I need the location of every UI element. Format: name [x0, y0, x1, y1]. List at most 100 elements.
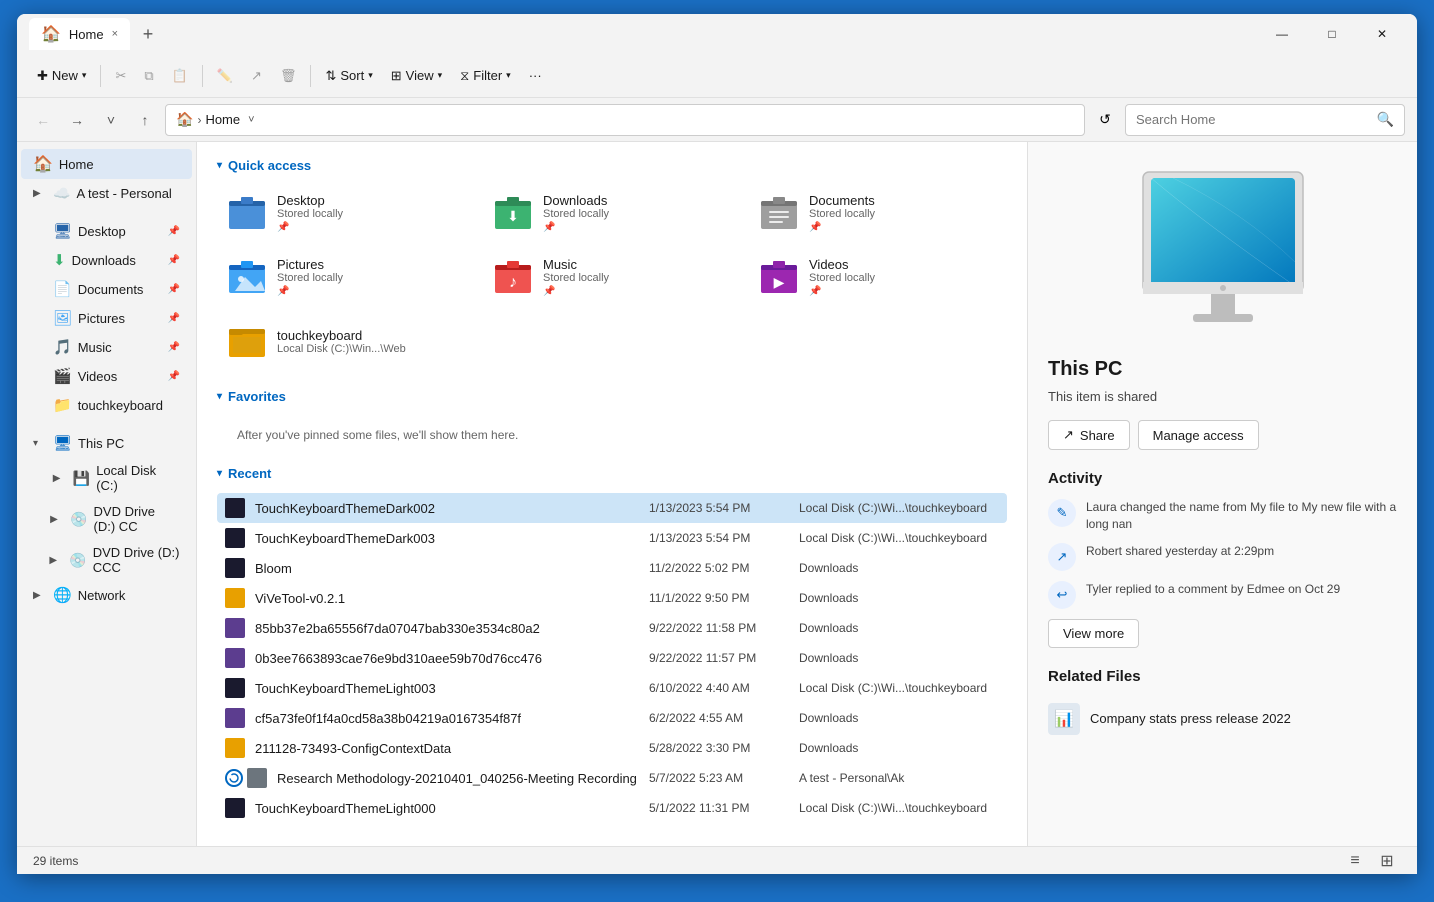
- recent-row[interactable]: Bloom 11/2/2022 5:02 PM Downloads: [217, 553, 1007, 583]
- forward-btn[interactable]: →: [63, 106, 91, 134]
- related-title: Related Files: [1048, 668, 1397, 685]
- new-label: New: [52, 68, 78, 83]
- sidebar-item-dvd-cc[interactable]: ▶ 💿 DVD Drive (D:) CC: [21, 499, 192, 539]
- recent-row[interactable]: 211128-73493-ConfigContextData 5/28/2022…: [217, 733, 1007, 763]
- delete-btn[interactable]: 🗑: [272, 63, 305, 89]
- address-path: Home: [205, 112, 240, 127]
- refresh-btn[interactable]: ↺: [1091, 106, 1119, 134]
- recent-list: TouchKeyboardThemeDark002 1/13/2023 5:54…: [217, 493, 1007, 823]
- search-icon[interactable]: 🔍: [1377, 111, 1394, 128]
- quick-item-desktop[interactable]: Desktop Stored locally 📌: [217, 185, 475, 241]
- address-dropdown-btn[interactable]: ˅: [248, 114, 254, 126]
- cut-btn[interactable]: ✂: [107, 63, 134, 89]
- sidebar-item-pictures[interactable]: 🖼 Pictures 📌: [21, 304, 192, 332]
- list-view-btn[interactable]: ≡: [1341, 847, 1369, 875]
- sidebar-item-music[interactable]: 🎵 Music 📌: [21, 333, 192, 361]
- sidebar-item-desktop[interactable]: 🖥 Desktop 📌: [21, 217, 192, 245]
- recent-file-icon-2: [225, 558, 245, 578]
- recent-date-6: 6/10/2022 4:40 AM: [649, 681, 789, 695]
- rename-btn[interactable]: ✏️: [209, 63, 241, 89]
- documents-pin: 📌: [809, 222, 875, 233]
- maximize-btn[interactable]: □: [1309, 18, 1355, 50]
- quick-item-pictures[interactable]: Pictures Stored locally 📌: [217, 249, 475, 305]
- manage-access-btn[interactable]: Manage access: [1138, 420, 1259, 450]
- recent-row[interactable]: TouchKeyboardThemeDark002 1/13/2023 5:54…: [217, 493, 1007, 523]
- share-btn[interactable]: ↗: [243, 63, 270, 89]
- sidebar-item-videos[interactable]: 🎬 Videos 📌: [21, 362, 192, 390]
- related-item-0[interactable]: 📊 Company stats press release 2022: [1048, 697, 1397, 741]
- quick-item-documents[interactable]: Documents Stored locally 📌: [749, 185, 1007, 241]
- recent-row[interactable]: ViVeTool-v0.2.1 11/1/2022 9:50 PM Downlo…: [217, 583, 1007, 613]
- recent-name-10: TouchKeyboardThemeLight000: [255, 801, 639, 816]
- close-btn[interactable]: ✕: [1359, 18, 1405, 50]
- view-btn[interactable]: ⊞ View ▾: [383, 63, 450, 89]
- sidebar-item-this-pc[interactable]: ▾ 🖥 This PC: [21, 429, 192, 457]
- sort-btn[interactable]: ⇅ Sort ▾: [317, 63, 380, 89]
- pictures-folder-icon: [227, 257, 267, 297]
- recent-row[interactable]: cf5a73fe0f1f4a0cd58a38b04219a0167354f87f…: [217, 703, 1007, 733]
- view-more-btn[interactable]: View more: [1048, 619, 1139, 648]
- back-btn[interactable]: ←: [29, 106, 57, 134]
- new-tab-btn[interactable]: +: [134, 20, 162, 48]
- more-btn[interactable]: ···: [521, 63, 550, 88]
- recent-row[interactable]: 0b3ee7663893cae76e9bd310aee59b70d76cc476…: [217, 643, 1007, 673]
- search-input[interactable]: [1136, 112, 1371, 127]
- quick-item-downloads[interactable]: ⬇ Downloads Stored locally 📌: [483, 185, 741, 241]
- quick-access-header[interactable]: ▾ Quick access: [217, 158, 1007, 173]
- quick-access-chevron: ▾: [217, 160, 222, 171]
- favorites-header[interactable]: ▾ Favorites: [217, 389, 1007, 404]
- copy-btn[interactable]: ⧉: [136, 63, 161, 89]
- recent-row[interactable]: 85bb37e2ba65556f7da07047bab330e3534c80a2…: [217, 613, 1007, 643]
- activity-item-2: ↩ Tyler replied to a comment by Edmee on…: [1048, 581, 1397, 609]
- filter-btn[interactable]: ⧖ Filter ▾: [452, 63, 519, 89]
- quick-item-videos[interactable]: ▶ Videos Stored locally 📌: [749, 249, 1007, 305]
- recent-row[interactable]: TouchKeyboardThemeDark003 1/13/2023 5:54…: [217, 523, 1007, 553]
- sidebar-item-network[interactable]: ▶ 🌐 Network: [21, 581, 192, 609]
- sidebar-item-local-disk[interactable]: ▶ 💾 Local Disk (C:): [21, 458, 192, 498]
- recent-locations-btn[interactable]: ˅: [97, 106, 125, 134]
- sidebar-videos-label: Videos: [78, 369, 118, 384]
- recent-date-8: 5/28/2022 3:30 PM: [649, 741, 789, 755]
- related-file-name-0: Company stats press release 2022: [1090, 711, 1291, 726]
- recent-file-icon-5: [225, 648, 245, 668]
- tab-close-btn[interactable]: ×: [112, 28, 118, 40]
- sidebar-item-downloads[interactable]: ⬇ Downloads 📌: [21, 246, 192, 274]
- status-bar: 29 items ≡ ⊞: [17, 846, 1417, 874]
- quick-item-touchkeyboard[interactable]: touchkeyboard Local Disk (C:)\Win...\Web: [217, 313, 475, 369]
- sidebar-item-documents[interactable]: 📄 Documents 📌: [21, 275, 192, 303]
- desktop-info: Desktop Stored locally 📌: [277, 193, 343, 233]
- recent-date-4: 9/22/2022 11:58 PM: [649, 621, 789, 635]
- sidebar-item-home[interactable]: 🏠 Home: [21, 149, 192, 179]
- sync-icon: [225, 769, 243, 787]
- recent-date-9: 5/7/2022 5:23 AM: [649, 771, 789, 785]
- activity-text-1: Robert shared yesterday at 2:29pm: [1086, 543, 1274, 560]
- minimize-btn[interactable]: —: [1259, 18, 1305, 50]
- music-sub: Stored locally: [543, 272, 609, 284]
- address-box[interactable]: 🏠 › Home ˅: [165, 104, 1085, 136]
- new-btn[interactable]: ✚ New ▾: [29, 63, 94, 89]
- share-panel-label: Share: [1080, 428, 1115, 443]
- dvdccc-expand-icon: ▶: [49, 555, 63, 566]
- home-tab[interactable]: 🏠 Home ×: [29, 18, 130, 50]
- recent-row[interactable]: TouchKeyboardThemeLight003 6/10/2022 4:4…: [217, 673, 1007, 703]
- address-bar: ← → ˅ ↑ 🏠 › Home ˅ ↺ 🔍: [17, 98, 1417, 142]
- sidebar-home-label: Home: [59, 157, 94, 172]
- documents-folder-icon: [759, 193, 799, 233]
- sidebar-item-test-personal[interactable]: ▶ ☁️ A test - Personal: [21, 180, 192, 207]
- share-panel-btn[interactable]: ↗ Share: [1048, 420, 1130, 450]
- grid-view-btn[interactable]: ⊞: [1373, 847, 1401, 875]
- sidebar-item-touchkeyboard[interactable]: 📁 touchkeyboard: [21, 391, 192, 419]
- sidebar-item-dvd-ccc[interactable]: ▶ 💿 DVD Drive (D:) CCC: [21, 540, 192, 580]
- delete-icon: 🗑: [280, 68, 297, 84]
- quick-item-music[interactable]: ♪ Music Stored locally 📌: [483, 249, 741, 305]
- up-btn[interactable]: ↑: [131, 106, 159, 134]
- recent-row[interactable]: TouchKeyboardThemeLight000 5/1/2022 11:3…: [217, 793, 1007, 823]
- recent-row[interactable]: Research Methodology-20210401_040256-Mee…: [217, 763, 1007, 793]
- recent-header[interactable]: ▾ Recent: [217, 466, 1007, 481]
- pin-icon-dl: 📌: [168, 255, 180, 266]
- paste-btn[interactable]: 📋: [164, 63, 196, 89]
- separator-2: [202, 65, 203, 87]
- recent-section: ▾ Recent TouchKeyboardThemeDark002 1/13/…: [217, 466, 1007, 823]
- recent-location-9: A test - Personal\Ak: [799, 771, 999, 785]
- favorites-empty-text: After you've pinned some files, we'll sh…: [217, 416, 1007, 450]
